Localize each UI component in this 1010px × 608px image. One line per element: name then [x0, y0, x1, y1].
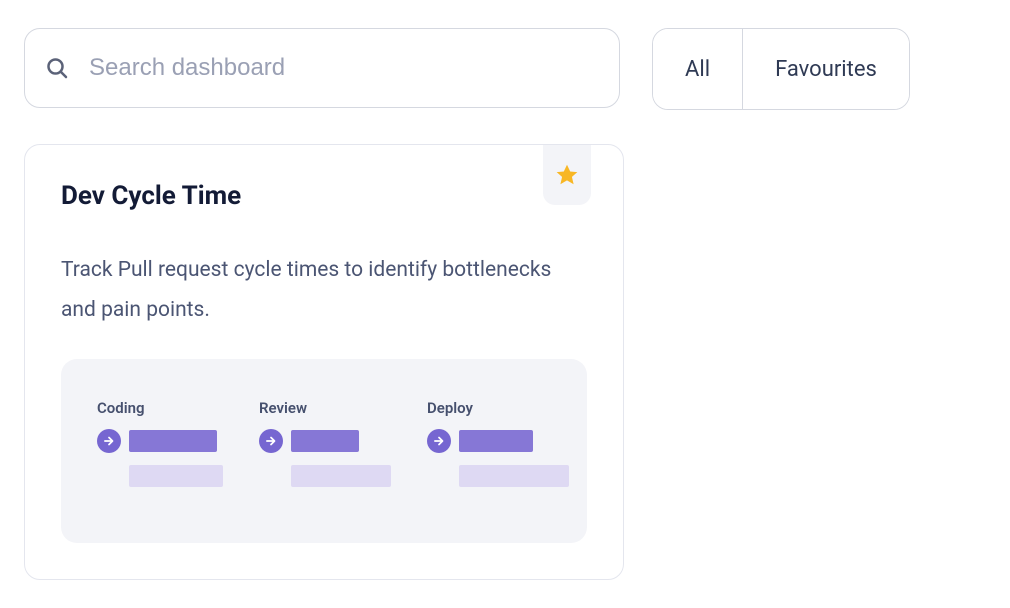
stage-deploy: Deploy [427, 399, 569, 487]
top-row: All Favourites [24, 28, 986, 110]
arrow-right-icon [259, 429, 283, 453]
stage-row [259, 429, 391, 453]
favourite-ribbon[interactable] [543, 145, 591, 205]
bar-dark [291, 430, 359, 452]
search-icon [45, 56, 69, 80]
dashboard-card[interactable]: Dev Cycle Time Track Pull request cycle … [24, 144, 624, 580]
filter-group: All Favourites [652, 28, 910, 110]
card-title: Dev Cycle Time [61, 181, 587, 211]
filter-favourites-button[interactable]: Favourites [742, 29, 909, 109]
bar-light [291, 465, 391, 487]
stage-row [427, 429, 569, 453]
bar-dark [459, 430, 533, 452]
bar-light [459, 465, 569, 487]
filter-all-button[interactable]: All [653, 29, 742, 109]
bar-dark [129, 430, 217, 452]
stage-coding: Coding [97, 399, 223, 487]
card-illustration: Coding Review [61, 359, 587, 543]
arrow-right-icon [97, 429, 121, 453]
stage-review: Review [259, 399, 391, 487]
star-icon [554, 162, 580, 188]
arrow-right-icon [427, 429, 451, 453]
stage-label: Review [259, 399, 391, 417]
search-box[interactable] [24, 28, 620, 108]
stage-row [97, 429, 223, 453]
card-description: Track Pull request cycle times to identi… [61, 251, 587, 331]
stage-label: Coding [97, 399, 223, 417]
search-input[interactable] [89, 54, 599, 82]
bar-light [129, 465, 223, 487]
stage-label: Deploy [427, 399, 569, 417]
